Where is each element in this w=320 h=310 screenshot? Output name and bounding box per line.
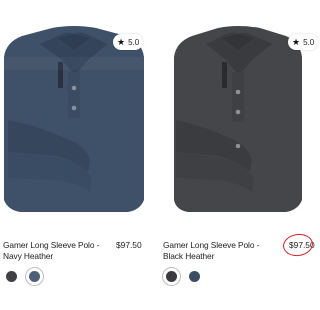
product-name[interactable]: Gamer Long Sleeve Polo - Navy Heather: [3, 240, 107, 262]
rating-value: 5.0: [303, 38, 315, 47]
product-card[interactable]: ★ 5.0 Gamer Long Sleeve Polo - Black Heat…: [160, 0, 319, 310]
star-icon: ★: [117, 37, 126, 47]
rating-badge: ★ 5.0: [288, 34, 319, 50]
price-annotation-circle: [281, 232, 315, 258]
rating-value: 5.0: [128, 38, 140, 47]
color-swatches: [163, 268, 209, 286]
color-swatch-charcoal[interactable]: [163, 268, 180, 285]
star-icon: ★: [292, 37, 301, 47]
rating-badge: ★ 5.0: [113, 34, 144, 50]
swatch-fill: [29, 271, 40, 282]
product-card[interactable]: ★ 5.0 Gamer Long Sleeve Polo - Navy Heath…: [0, 0, 150, 310]
swatch-fill: [6, 271, 17, 282]
color-swatch-navy-heather[interactable]: [26, 268, 43, 285]
color-swatch-charcoal[interactable]: [3, 268, 20, 285]
swatch-fill: [189, 271, 200, 282]
swatch-fill: [166, 271, 177, 282]
product-image[interactable]: [160, 0, 310, 224]
folded-polo-shirt-black: [174, 26, 302, 212]
product-name[interactable]: Gamer Long Sleeve Polo - Black Heather: [163, 240, 267, 262]
product-price: $97.50: [116, 240, 142, 250]
color-swatches: [3, 268, 49, 286]
color-swatch-navy-heather[interactable]: [186, 268, 203, 285]
